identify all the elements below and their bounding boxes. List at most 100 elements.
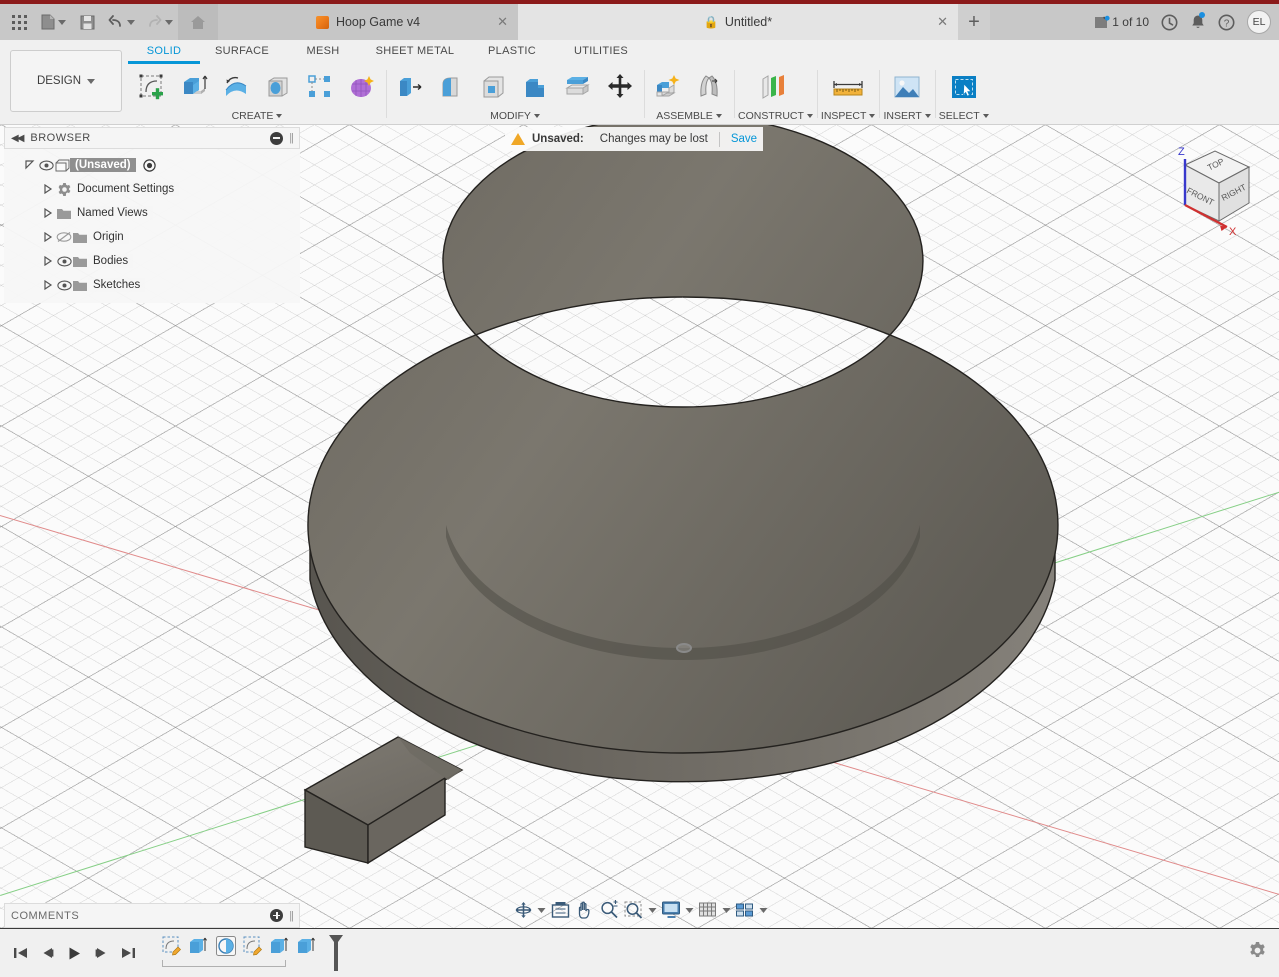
grid-snaps-icon[interactable] <box>696 898 731 922</box>
ribbon-panel-label-select[interactable]: SELECT <box>939 110 989 122</box>
expand-triangle-icon[interactable] <box>40 232 56 242</box>
viewports-icon[interactable] <box>733 898 768 922</box>
ribbon-tab-mesh[interactable]: MESH <box>284 42 362 61</box>
pattern-icon[interactable] <box>300 66 340 108</box>
timeline-extrude-3[interactable] <box>294 933 319 959</box>
timeline-settings-gear[interactable] <box>1248 941 1279 965</box>
orbit-icon[interactable] <box>511 898 546 922</box>
viewcube[interactable]: TOP FRONT RIGHT Z X <box>1149 137 1261 249</box>
avatar[interactable]: EL <box>1247 10 1271 34</box>
tree-item-named-views[interactable]: Named Views <box>4 201 300 225</box>
go-to-end-button[interactable] <box>116 940 140 966</box>
extrude-icon[interactable] <box>174 66 214 108</box>
visibility-eye-hidden-icon[interactable] <box>56 231 72 243</box>
tree-item-unsaved[interactable]: (Unsaved) <box>4 153 300 177</box>
ribbon-tab-sheet-metal[interactable]: SHEET METAL <box>362 42 468 61</box>
document-tab-hoop-game[interactable]: Hoop Game v4 ✕ <box>218 4 518 40</box>
ribbon-panel-label-create[interactable]: CREATE <box>232 110 283 122</box>
step-back-button[interactable] <box>35 940 59 966</box>
ribbon-panel-label-insert[interactable]: INSERT <box>883 110 930 122</box>
revolve-icon[interactable] <box>216 66 256 108</box>
joint-icon[interactable] <box>690 66 730 108</box>
ribbon-panel-label-modify[interactable]: MODIFY <box>490 110 540 122</box>
help-icon[interactable]: ? <box>1213 4 1240 40</box>
chevron-down-icon <box>722 908 730 913</box>
browser-tree: (Unsaved) Document Settings <box>4 149 300 303</box>
ribbon-panel-label-inspect[interactable]: INSPECT <box>821 110 876 122</box>
split-face-icon[interactable] <box>558 66 598 108</box>
ribbon-tab-utilities[interactable]: UTILITIES <box>556 42 646 61</box>
fillet-icon[interactable] <box>432 66 472 108</box>
ribbon-panel-label-assemble[interactable]: ASSEMBLE <box>656 110 722 122</box>
app-grid-icon[interactable] <box>4 7 34 37</box>
visibility-eye-icon[interactable] <box>38 160 54 171</box>
new-document-tab-button[interactable]: + <box>958 4 990 40</box>
ribbon-panel-label-construct[interactable]: CONSTRUCT <box>738 110 813 122</box>
go-to-beginning-button[interactable] <box>8 940 32 966</box>
look-at-icon[interactable] <box>548 898 572 922</box>
sweep-icon[interactable] <box>258 66 298 108</box>
tree-item-document-settings[interactable]: Document Settings <box>4 177 300 201</box>
form-icon[interactable] <box>342 66 382 108</box>
offset-plane-icon[interactable] <box>752 66 798 108</box>
timeline-extrude-2[interactable] <box>267 933 292 959</box>
close-icon[interactable]: ✕ <box>937 15 948 28</box>
timeline-sketch-2[interactable] <box>240 933 265 959</box>
tree-item-origin[interactable]: Origin <box>4 225 300 249</box>
tree-item-bodies[interactable]: Bodies <box>4 249 300 273</box>
recent-activity-icon[interactable] <box>1156 4 1183 40</box>
expand-triangle-icon[interactable] <box>40 184 56 194</box>
viewport-canvas[interactable]: Unsaved: Changes may be lost Save ◀◀ BRO… <box>0 125 1279 928</box>
double-chevron-left-icon[interactable]: ◀◀ <box>11 133 22 144</box>
close-icon[interactable]: ✕ <box>497 15 508 28</box>
expand-triangle-icon[interactable] <box>40 280 56 290</box>
visibility-eye-icon[interactable] <box>56 280 72 291</box>
home-icon[interactable] <box>178 4 218 40</box>
activate-component-radio[interactable] <box>142 159 158 172</box>
panel-resize-grip[interactable]: || <box>289 910 293 922</box>
save-link[interactable]: Save <box>731 133 757 145</box>
workspace-selector[interactable]: DESIGN <box>10 50 122 112</box>
ribbon-tab-plastic[interactable]: PLASTIC <box>468 42 556 61</box>
display-settings-icon[interactable] <box>659 898 694 922</box>
document-tab-untitled[interactable]: 🔒 Untitled* ✕ <box>518 4 958 40</box>
minimize-icon[interactable] <box>270 132 283 145</box>
timeline-end-marker[interactable] <box>326 933 346 977</box>
timeline-extrude-1[interactable] <box>186 933 211 959</box>
timeline-sketch-1[interactable] <box>159 933 184 959</box>
undo-icon[interactable] <box>102 7 140 37</box>
notifications-icon[interactable] <box>1185 4 1211 40</box>
save-icon[interactable] <box>72 7 102 37</box>
origin-point[interactable] <box>676 643 692 653</box>
move-copy-icon[interactable] <box>600 66 640 108</box>
expand-triangle-icon[interactable] <box>40 256 56 266</box>
fit-icon[interactable] <box>622 898 657 922</box>
redo-icon[interactable] <box>140 7 178 37</box>
comments-panel[interactable]: COMMENTS || <box>4 903 300 928</box>
visibility-eye-icon[interactable] <box>56 256 72 267</box>
new-file-icon[interactable] <box>34 7 72 37</box>
select-icon[interactable] <box>941 66 987 108</box>
create-sketch-icon[interactable] <box>132 66 172 108</box>
shell-icon[interactable] <box>474 66 514 108</box>
combine-icon[interactable] <box>516 66 556 108</box>
tree-item-sketches[interactable]: Sketches <box>4 273 300 297</box>
expand-triangle-icon[interactable] <box>22 160 38 170</box>
tree-item-label: Document Settings <box>72 182 179 196</box>
timeline-revolve-1[interactable] <box>213 933 238 959</box>
ribbon-tab-solid[interactable]: SOLID <box>128 42 200 64</box>
zoom-icon[interactable] <box>598 898 620 922</box>
new-component-icon[interactable] <box>648 66 688 108</box>
folder-icon <box>56 207 72 220</box>
panel-resize-grip[interactable]: || <box>289 132 293 144</box>
pan-icon[interactable] <box>574 898 596 922</box>
insert-image-icon[interactable] <box>884 66 930 108</box>
step-forward-button[interactable] <box>89 940 113 966</box>
expand-triangle-icon[interactable] <box>40 208 56 218</box>
play-button[interactable] <box>62 940 86 966</box>
ribbon-tab-surface[interactable]: SURFACE <box>200 42 284 61</box>
measure-icon[interactable] <box>825 66 871 108</box>
add-comment-icon[interactable] <box>270 909 283 922</box>
press-pull-icon[interactable] <box>390 66 430 108</box>
job-status-button[interactable]: 1 of 10 <box>1088 4 1154 40</box>
